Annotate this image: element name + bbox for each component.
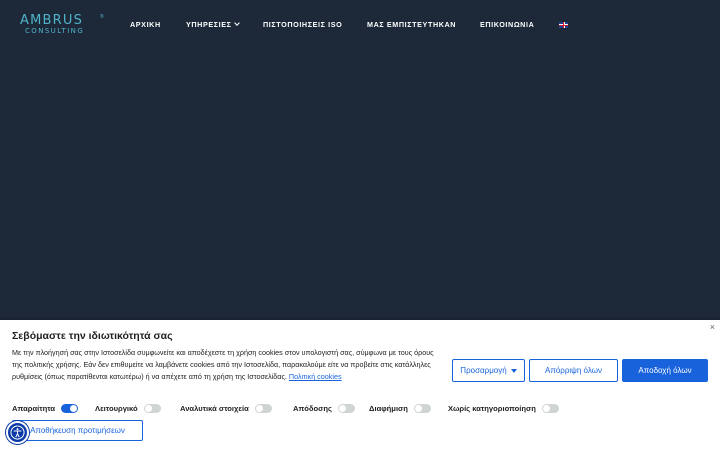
toggle-necessary[interactable] xyxy=(61,404,79,413)
nav-item-clients[interactable]: ΜΑΣ ΕΜΠΙΣΤΕΥΤΗΚΑΝ xyxy=(367,19,456,30)
accessibility-figure-icon xyxy=(10,425,25,440)
toggle-advertising[interactable] xyxy=(413,404,431,413)
toggle-uncategorized[interactable] xyxy=(541,404,559,413)
category-necessary: Απαραίτητα xyxy=(12,404,79,413)
logo-registered-mark: ® xyxy=(100,14,104,20)
logo-sub-text: CONSULTING xyxy=(25,27,85,35)
accept-all-button[interactable]: Αποδοχή όλων xyxy=(622,359,708,382)
toggle-functional[interactable] xyxy=(143,404,161,413)
logo-main-text: AMBRUS xyxy=(20,13,84,28)
category-label: Λειτουργικό xyxy=(95,404,138,413)
nav-item-services[interactable]: ΥΠΗΡΕΣΙΕΣ xyxy=(186,19,240,30)
nav-item-home[interactable]: ΑΡΧΙΚΗ xyxy=(130,19,161,30)
cookie-description: Με την πλοήγησή σας στην Ιστοσελίδα συμφ… xyxy=(12,347,437,383)
nav-item-iso[interactable]: ΠΙΣΤΟΠΟΙΗΣΕΙΣ ISO xyxy=(263,19,342,30)
site-header: AMBRUS ® CONSULTING ΑΡΧΙΚΗ ΥΠΗΡΕΣΙΕΣ ΠΙΣ… xyxy=(0,0,720,50)
customize-button-label: Προσαρμογή xyxy=(460,366,507,375)
category-label: Αναλυτικά στοιχεία xyxy=(180,404,249,413)
toggle-performance[interactable] xyxy=(337,404,355,413)
cookie-policy-link[interactable]: Πολιτική cookies xyxy=(289,372,342,381)
customize-button[interactable]: Προσαρμογή xyxy=(452,359,525,382)
accessibility-icon[interactable] xyxy=(6,421,29,444)
category-label: Απαραίτητα xyxy=(12,404,56,413)
save-preferences-button[interactable]: Αποθήκευση προτιμήσεων xyxy=(12,420,143,441)
cookie-title: Σεβόμαστε την ιδιωτικότητά σας xyxy=(12,330,173,342)
category-functional: Λειτουργικό xyxy=(95,404,161,413)
nav-item-services-label: ΥΠΗΡΕΣΙΕΣ xyxy=(186,20,232,29)
category-label: Διαφήμιση xyxy=(369,404,408,413)
close-icon[interactable]: × xyxy=(710,322,715,332)
nav-item-contact[interactable]: ΕΠΙΚΟΙΝΩΝΙΑ xyxy=(480,19,534,30)
caret-down-icon xyxy=(510,368,517,373)
category-label: Χωρίς κατηγοριοποίηση xyxy=(448,404,536,413)
toggle-analytics[interactable] xyxy=(254,404,272,413)
category-advertising: Διαφήμιση xyxy=(369,404,431,413)
cookie-banner: × Σεβόμαστε την ιδιωτικότητά σας Με την … xyxy=(0,320,720,450)
category-analytics: Αναλυτικά στοιχεία xyxy=(180,404,272,413)
category-uncategorized: Χωρίς κατηγοριοποίηση xyxy=(448,404,559,413)
logo[interactable]: AMBRUS ® CONSULTING xyxy=(20,14,104,36)
reject-all-button[interactable]: Απόρριψη όλων xyxy=(529,359,618,382)
uk-flag-icon[interactable] xyxy=(559,22,568,28)
category-label: Απόδοσης xyxy=(293,404,332,413)
chevron-down-icon xyxy=(233,20,240,26)
category-performance: Απόδοσης xyxy=(293,404,355,413)
cookie-description-text: Με την πλοήγησή σας στην Ιστοσελίδα συμφ… xyxy=(12,348,434,381)
